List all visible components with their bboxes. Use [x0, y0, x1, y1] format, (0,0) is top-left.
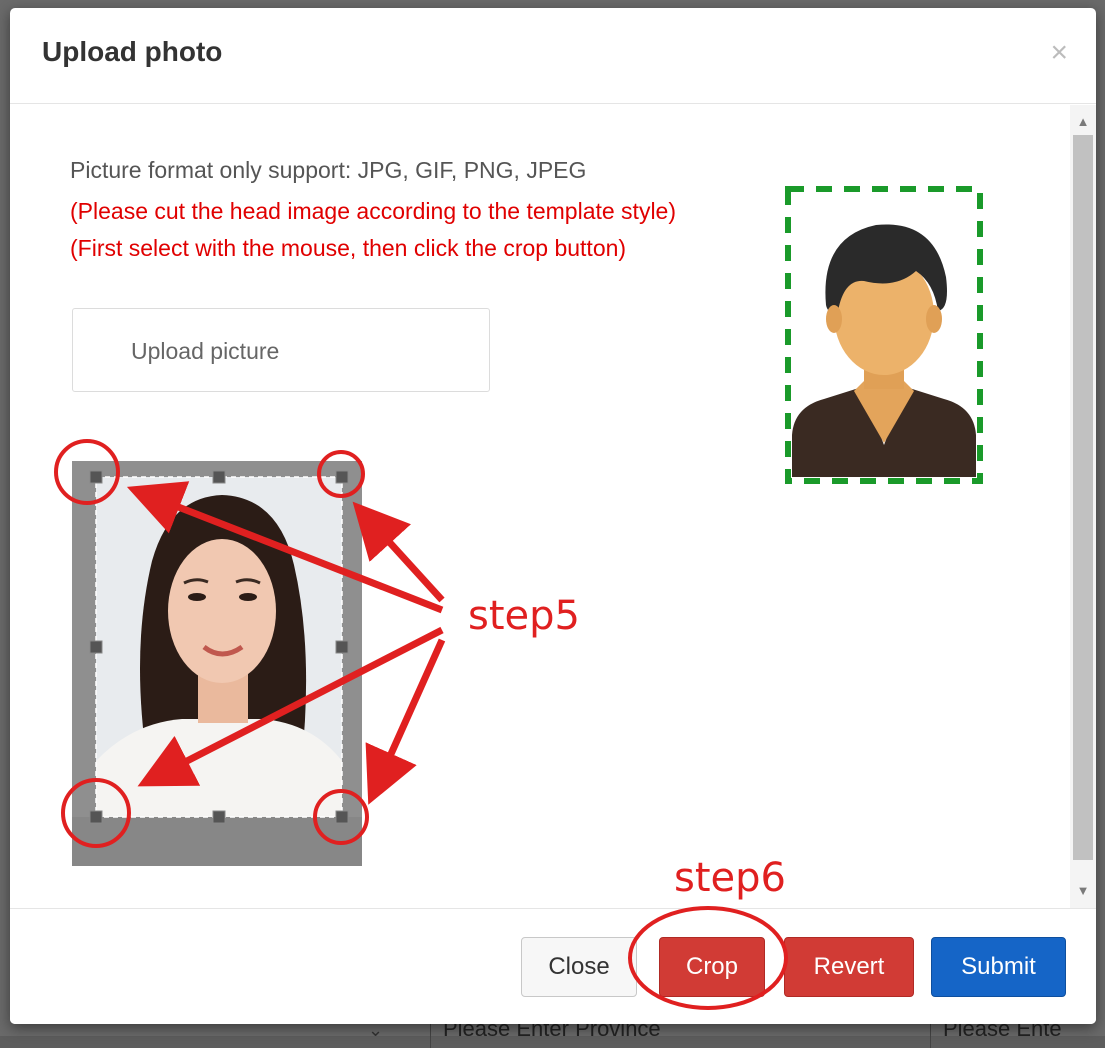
- upload-picture-label: Upload picture: [131, 338, 280, 364]
- step5-label: step5: [468, 593, 580, 639]
- modal-body: Picture format only support: JPG, GIF, P…: [10, 105, 1070, 908]
- modal-title: Upload photo: [42, 36, 223, 67]
- close-icon[interactable]: ×: [1050, 38, 1068, 68]
- step6-label: step6: [674, 855, 786, 901]
- scrollbar[interactable]: ▲ ▼: [1070, 105, 1096, 908]
- revert-button[interactable]: Revert: [784, 937, 914, 997]
- close-button[interactable]: Close: [521, 937, 637, 997]
- select-instruction: (First select with the mouse, then click…: [70, 235, 627, 261]
- modal-footer: Close Crop Revert Submit: [10, 908, 1096, 1024]
- submit-button[interactable]: Submit: [931, 937, 1066, 997]
- upload-picture-button[interactable]: Upload picture: [72, 308, 490, 392]
- crop-button[interactable]: Crop: [659, 937, 765, 997]
- scrollbar-thumb[interactable]: [1073, 135, 1093, 860]
- scroll-up-icon[interactable]: ▲: [1070, 109, 1096, 135]
- crop-instruction: (Please cut the head image according to …: [70, 198, 677, 224]
- upload-photo-modal: Upload photo × Picture format only suppo…: [10, 8, 1096, 1024]
- image-cropper[interactable]: [72, 461, 362, 866]
- template-avatar-image: [784, 185, 984, 485]
- scroll-down-icon[interactable]: ▼: [1070, 878, 1096, 904]
- format-note: Picture format only support: JPG, GIF, P…: [70, 157, 587, 183]
- modal-header: Upload photo ×: [10, 8, 1096, 104]
